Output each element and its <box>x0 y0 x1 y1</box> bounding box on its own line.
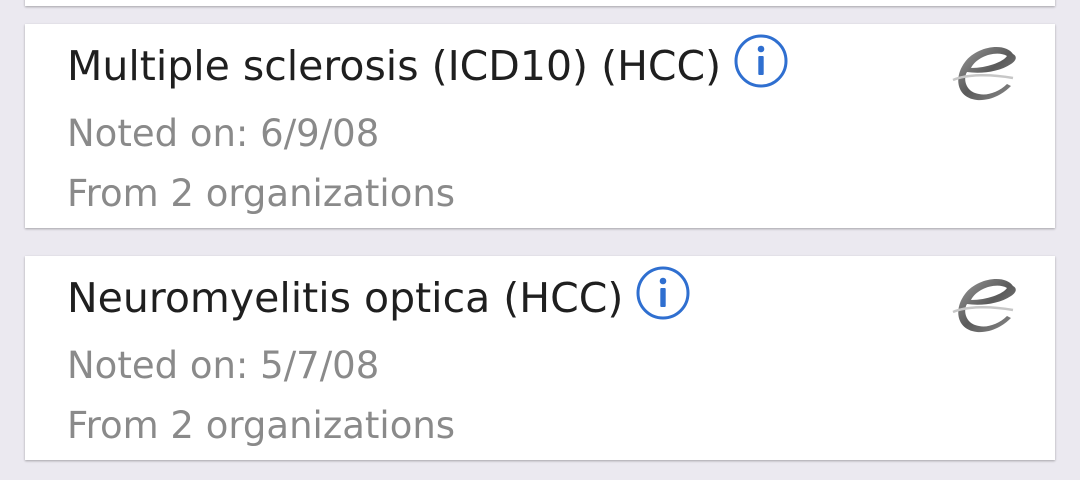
organizations-text: From 2 organizations <box>67 172 456 215</box>
info-icon[interactable] <box>635 265 691 321</box>
source-logo-icon <box>952 279 1016 333</box>
condition-title-row: Multiple sclerosis (ICD10) (HCC) <box>67 34 789 90</box>
source-logo-icon <box>952 47 1016 101</box>
previous-condition-card[interactable] <box>25 0 1055 6</box>
condition-title-row: Neuromyelitis optica (HCC) <box>67 266 691 322</box>
organizations-text: From 2 organizations <box>67 404 456 447</box>
condition-card[interactable]: Multiple sclerosis (ICD10) (HCC) Noted o… <box>25 24 1055 228</box>
condition-title: Neuromyelitis optica (HCC) <box>67 274 624 322</box>
condition-title: Multiple sclerosis (ICD10) (HCC) <box>67 42 722 90</box>
info-icon[interactable] <box>733 33 789 89</box>
noted-on-text: Noted on: 5/7/08 <box>67 344 380 387</box>
condition-card[interactable]: Neuromyelitis optica (HCC) Noted on: 5/7… <box>25 256 1055 460</box>
noted-on-text: Noted on: 6/9/08 <box>67 112 380 155</box>
